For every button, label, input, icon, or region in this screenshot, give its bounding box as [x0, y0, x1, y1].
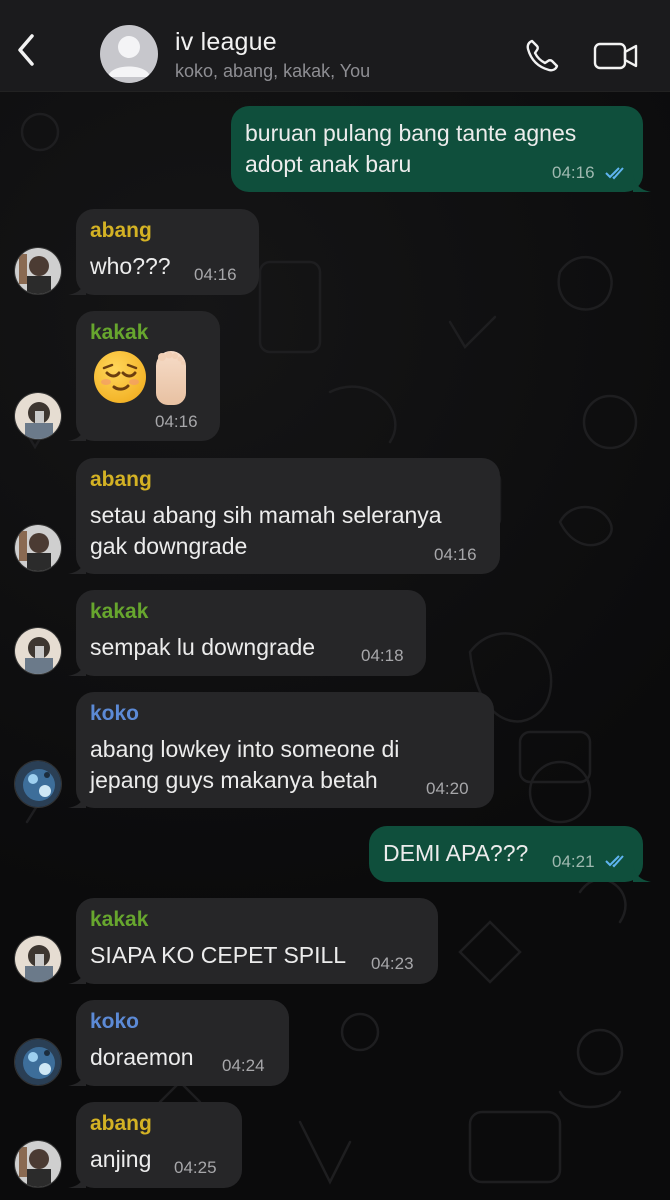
video-call-button[interactable] [592, 38, 640, 74]
sender-name[interactable]: koko [90, 1010, 139, 1034]
sender-name[interactable]: kakak [90, 908, 148, 932]
avatar-kakak[interactable] [14, 392, 62, 440]
avatar-kakak[interactable] [14, 627, 62, 675]
sender-name[interactable]: kakak [90, 600, 148, 624]
profile-photo-abang [15, 248, 61, 294]
message-time: 04:16 [552, 163, 595, 182]
avatar-koko[interactable] [14, 760, 62, 808]
back-button[interactable] [12, 30, 42, 70]
incoming-message[interactable]: abang anjing 04:25 [68, 1102, 242, 1188]
bubble-tail [68, 966, 86, 984]
incoming-message[interactable]: abang setau abang sih mamah seleranya ga… [68, 458, 500, 574]
phone-icon [526, 39, 559, 72]
profile-photo-abang [15, 1141, 61, 1187]
voice-call-button[interactable] [522, 36, 562, 76]
message-text: buruan pulang bang tante agnes [245, 120, 577, 146]
message-time: 04:23 [371, 954, 414, 973]
profile-photo-kakak [15, 936, 61, 982]
message-text: anjing [90, 1146, 152, 1172]
incoming-message[interactable]: koko doraemon 04:24 [68, 1000, 289, 1086]
person-placeholder-icon [108, 36, 150, 77]
chat-header: iv league koko, abang, kakak, You [0, 0, 670, 92]
profile-photo-kakak [15, 393, 61, 439]
outgoing-message[interactable]: DEMI APA??? 04:21 [369, 826, 651, 882]
sender-name[interactable]: abang [90, 1112, 152, 1136]
avatar-abang[interactable] [14, 247, 62, 295]
message-text: DEMI APA??? [383, 840, 529, 866]
read-receipt-icon [605, 855, 624, 868]
message-text: jepang guys makanya betah [90, 767, 378, 793]
bubble-tail [633, 864, 651, 882]
bubble-tail [68, 277, 86, 295]
incoming-message[interactable]: abang who??? 04:16 [68, 209, 259, 295]
bubble-tail [633, 174, 651, 192]
relieved-face-emoji [94, 351, 146, 403]
message-time: 04:21 [552, 852, 595, 871]
message-text: abang lowkey into someone di [90, 736, 400, 762]
message-text: adopt anak baru [245, 151, 412, 177]
profile-photo-abang [15, 525, 61, 571]
bubble-tail [68, 423, 86, 441]
sender-name[interactable]: abang [90, 468, 152, 492]
incoming-message[interactable]: kakak sempak lu downgrade 04:18 [68, 590, 426, 676]
sender-name[interactable]: kakak [90, 321, 148, 345]
message-text: gak downgrade [90, 533, 248, 559]
sender-name[interactable]: abang [90, 219, 152, 243]
message-text: who??? [90, 253, 171, 279]
bubble-tail [68, 1170, 86, 1188]
foot-emoji [156, 351, 186, 405]
read-receipt-icon [605, 167, 624, 180]
group-members[interactable]: koko, abang, kakak, You [175, 61, 370, 82]
message-time: 04:16 [155, 412, 198, 431]
message-time: 04:16 [194, 265, 237, 284]
bubble-tail [68, 1068, 86, 1086]
message-text: doraemon [90, 1044, 194, 1070]
bubble-tail [68, 556, 86, 574]
message-time: 04:24 [222, 1056, 265, 1075]
avatar-kakak[interactable] [14, 935, 62, 983]
message-text: sempak lu downgrade [90, 634, 316, 660]
profile-photo-koko [15, 761, 61, 807]
avatar-abang[interactable] [14, 524, 62, 572]
message-time: 04:20 [426, 779, 469, 798]
chat-area[interactable]: buruan pulang bang tante agnes adopt ana… [0, 92, 670, 1200]
incoming-message[interactable]: kakak SIAPA KO CEPET SPILL 04:23 [68, 898, 438, 984]
avatar-abang[interactable] [14, 1140, 62, 1188]
profile-photo-kakak [15, 628, 61, 674]
bubble-tail [68, 658, 86, 676]
bubble-tail [68, 790, 86, 808]
profile-photo-koko [15, 1039, 61, 1085]
message-time: 04:16 [434, 545, 477, 564]
group-avatar[interactable] [100, 25, 158, 83]
chevron-left-icon [18, 34, 34, 66]
message-text: SIAPA KO CEPET SPILL [90, 942, 347, 968]
sender-name[interactable]: koko [90, 702, 139, 726]
video-camera-icon [593, 42, 638, 70]
avatar-koko[interactable] [14, 1038, 62, 1086]
incoming-message[interactable]: koko abang lowkey into someone di jepang… [68, 692, 494, 808]
incoming-message[interactable]: kakak 04:16 [68, 311, 220, 441]
message-text: setau abang sih mamah seleranya [90, 502, 442, 528]
emoji-row [94, 351, 186, 405]
group-title[interactable]: iv league [175, 28, 277, 57]
message-time: 04:25 [174, 1158, 217, 1177]
outgoing-message[interactable]: buruan pulang bang tante agnes adopt ana… [231, 106, 651, 192]
message-time: 04:18 [361, 646, 404, 665]
